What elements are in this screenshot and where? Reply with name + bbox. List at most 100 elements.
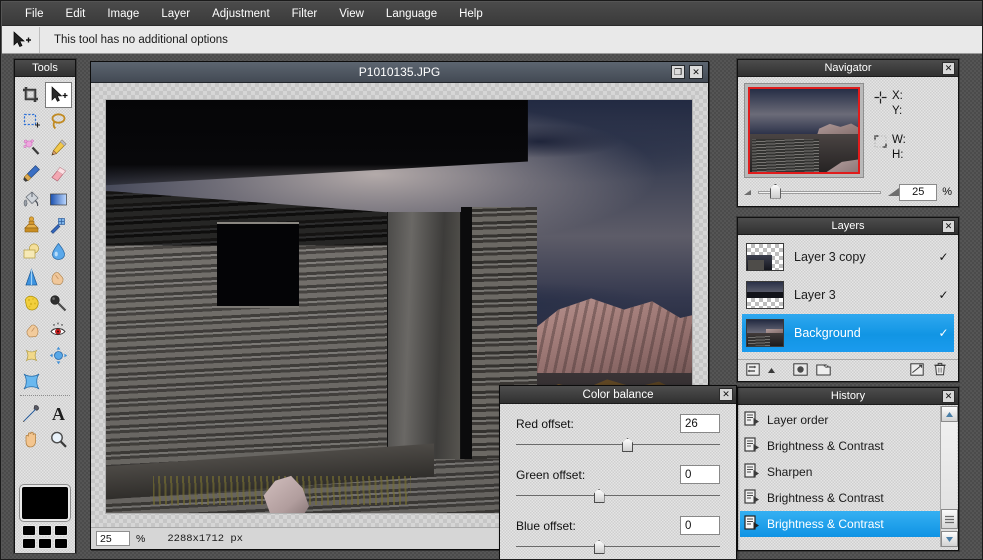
shape-tool-button[interactable] <box>18 238 45 264</box>
dialog-close-button[interactable]: ✕ <box>719 388 733 401</box>
menu-item-adjustment[interactable]: Adjustment <box>201 5 281 23</box>
close-window-button[interactable]: ✕ <box>689 65 703 79</box>
foreground-color-swatch[interactable] <box>20 485 70 521</box>
sponge-tool-button[interactable] <box>18 290 45 316</box>
burn-tool-button[interactable] <box>45 290 72 316</box>
history-step-icon <box>744 489 760 507</box>
red-offset-knob[interactable] <box>622 438 634 452</box>
clone-stamp-tool-button[interactable] <box>18 212 45 238</box>
blue-offset-input[interactable]: 0 <box>680 516 720 535</box>
history-item[interactable]: Brightness & Contrast <box>740 433 956 459</box>
blue-offset-track <box>516 546 720 547</box>
layer-mask-button[interactable] <box>792 362 809 379</box>
navigator-thumbnail-frame[interactable] <box>744 83 864 178</box>
history-close-button[interactable]: ✕ <box>942 390 955 403</box>
bloat-tool-button[interactable] <box>18 368 45 394</box>
menu-item-image[interactable]: Image <box>96 5 150 23</box>
layer-properties-icon <box>745 362 760 379</box>
layer-visibility-checkbox[interactable]: ✓ <box>937 326 950 340</box>
image-window-titlebar[interactable]: P1010135.JPG ❐ ✕ <box>91 62 708 83</box>
green-offset-slider[interactable] <box>516 489 720 503</box>
zoom-tool-button[interactable] <box>45 426 72 452</box>
delete-layer-button[interactable] <box>931 362 948 379</box>
history-item[interactable]: Layer order <box>740 407 956 433</box>
navigator-close-button[interactable]: ✕ <box>942 62 955 75</box>
text-tool-button[interactable]: A <box>45 400 72 426</box>
crop-tool-button[interactable] <box>18 82 45 108</box>
paint-bucket-tool-button[interactable] <box>18 186 45 212</box>
scroll-up-icon[interactable] <box>941 406 958 422</box>
move-tool-button[interactable] <box>45 82 72 108</box>
red-eye-tool-button[interactable] <box>45 316 72 342</box>
blue-offset-slider[interactable] <box>516 540 720 554</box>
navigator-panel-title-text: Navigator <box>824 62 872 74</box>
pillow-tool-button[interactable] <box>18 342 45 368</box>
layer-properties-button[interactable] <box>744 362 761 379</box>
red-offset-input[interactable]: 26 <box>680 414 720 433</box>
lasso-tool-button[interactable] <box>45 108 72 134</box>
scroll-down-icon[interactable] <box>941 531 958 547</box>
history-scrollbar[interactable] <box>940 406 958 547</box>
canvas-zoom-unit: % <box>136 532 146 545</box>
layer-visibility-checkbox[interactable]: ✓ <box>937 250 950 264</box>
eraser-tool-button[interactable] <box>45 160 72 186</box>
palette-swatch[interactable] <box>22 525 36 536</box>
eraser-icon <box>49 164 68 183</box>
navigator-zoom-slider[interactable] <box>758 183 882 199</box>
sharpen-tool-button[interactable] <box>18 264 45 290</box>
canvas-zoom-input[interactable]: 25 <box>96 531 130 546</box>
menu-item-layer[interactable]: Layer <box>150 5 201 23</box>
menu-item-help[interactable]: Help <box>448 5 494 23</box>
menu-item-view[interactable]: View <box>328 5 375 23</box>
pinch-tool-button[interactable] <box>45 342 72 368</box>
zoom-out-triangle-icon[interactable] <box>744 189 751 195</box>
rectangle-select-tool-button[interactable] <box>18 108 45 134</box>
history-item-label: Brightness & Contrast <box>767 491 884 505</box>
layer-row[interactable]: Layer 3 ✓ <box>742 276 954 314</box>
new-layer-button[interactable] <box>815 362 832 379</box>
history-item[interactable]: Brightness & Contrast <box>740 485 956 511</box>
blue-offset-knob[interactable] <box>593 540 605 554</box>
red-offset-slider[interactable] <box>516 438 720 452</box>
navigator-zoom-slider-knob[interactable] <box>769 183 781 199</box>
layer-row[interactable]: Layer 3 copy ✓ <box>742 238 954 276</box>
dodge-tool-button[interactable] <box>18 316 45 342</box>
history-item[interactable]: Sharpen <box>740 459 956 485</box>
green-offset-input[interactable]: 0 <box>680 465 720 484</box>
green-offset-knob[interactable] <box>593 489 605 503</box>
dialog-titlebar[interactable]: Color balance ✕ <box>500 386 736 404</box>
palette-swatch[interactable] <box>22 538 36 549</box>
duplicate-layer-button[interactable] <box>908 362 925 379</box>
menu-item-file[interactable]: File <box>14 5 55 23</box>
hand-tool-button[interactable] <box>18 426 45 452</box>
layers-close-button[interactable]: ✕ <box>942 220 955 233</box>
menu-item-filter[interactable]: Filter <box>281 5 329 23</box>
pencil-tool-button[interactable] <box>45 134 72 160</box>
healing-tool-button[interactable] <box>45 212 72 238</box>
menu-item-edit[interactable]: Edit <box>55 5 97 23</box>
history-item[interactable]: Brightness & Contrast <box>740 511 956 537</box>
green-offset-head: Green offset: 0 <box>516 465 720 484</box>
text-a-icon: A <box>49 404 68 423</box>
layer-row[interactable]: Background ✓ <box>742 314 954 352</box>
layer-visibility-checkbox[interactable]: ✓ <box>937 288 950 302</box>
palette-swatch[interactable] <box>38 525 52 536</box>
blue-offset-head: Blue offset: 0 <box>516 516 720 535</box>
scroll-thumb-icon[interactable] <box>941 509 958 529</box>
navigator-zoom-input[interactable]: 25 <box>899 183 938 201</box>
smudge-tool-button[interactable] <box>45 264 72 290</box>
layer-menu-button[interactable] <box>767 363 776 379</box>
menu-item-language[interactable]: Language <box>375 5 448 23</box>
palette-swatch[interactable] <box>38 538 52 549</box>
gradient-tool-button[interactable] <box>45 186 72 212</box>
restore-window-button[interactable]: ❐ <box>671 65 685 79</box>
layer-thumbnail <box>746 319 784 347</box>
zoom-in-triangle-icon[interactable] <box>888 188 900 196</box>
navigator-thumbnail[interactable] <box>748 87 860 174</box>
palette-swatch[interactable] <box>54 538 68 549</box>
eyedropper-tool-button[interactable] <box>18 400 45 426</box>
magic-wand-tool-button[interactable] <box>18 134 45 160</box>
palette-swatch[interactable] <box>54 525 68 536</box>
blur-tool-button[interactable] <box>45 238 72 264</box>
brush-tool-button[interactable] <box>18 160 45 186</box>
